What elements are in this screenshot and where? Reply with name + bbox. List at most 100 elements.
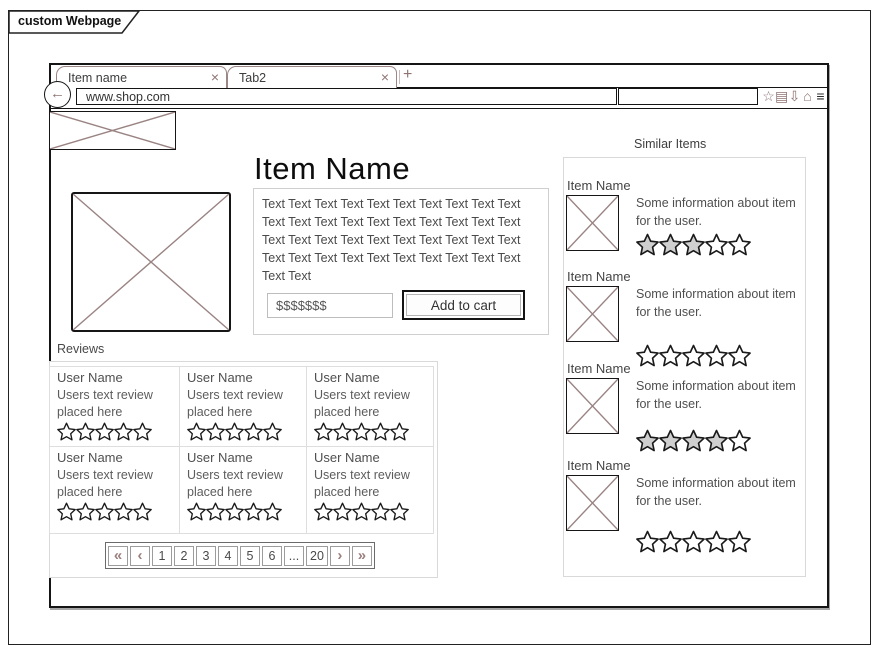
reviews-heading: Reviews — [57, 342, 104, 356]
reviews-grid: User Name Users text review placed here … — [50, 367, 434, 534]
review-user-name: User Name — [57, 370, 172, 385]
similar-item-info: Some information about item for the user… — [636, 475, 798, 510]
review-card: User Name Users text review placed here — [179, 446, 307, 534]
review-user-name: User Name — [314, 370, 426, 385]
review-text: Users text review placed here — [187, 387, 301, 420]
star-icon — [682, 530, 705, 553]
review-card: User Name Users text review placed here — [306, 366, 434, 447]
tab-close-icon[interactable]: × — [381, 69, 389, 85]
image-cross-icon — [567, 379, 618, 433]
tab-label: Tab2 — [239, 71, 266, 85]
star-icon — [187, 422, 206, 441]
similar-item[interactable]: Item Name Some information about item fo… — [566, 269, 804, 367]
pagination-ellipsis[interactable]: ... — [284, 546, 304, 566]
star-icon — [705, 530, 728, 553]
star-icon — [314, 422, 333, 441]
pagination-page-6[interactable]: 6 — [262, 546, 282, 566]
pagination-next[interactable]: › — [330, 546, 350, 566]
similar-item-name: Item Name — [567, 361, 804, 376]
price-input[interactable] — [267, 293, 393, 318]
star-icon — [206, 422, 225, 441]
rating-stars — [636, 429, 798, 452]
tab-tab2[interactable]: Tab2 × — [227, 66, 397, 88]
star-icon — [659, 429, 682, 452]
tab-item-name[interactable]: Item name × — [56, 66, 227, 88]
pagination-prev[interactable]: ‹ — [130, 546, 150, 566]
back-button[interactable]: ← — [44, 81, 71, 108]
similar-item-image-placeholder — [566, 475, 619, 531]
star-icon — [187, 502, 206, 521]
star-icon — [244, 502, 263, 521]
star-icon — [371, 502, 390, 521]
rating-stars — [636, 530, 798, 553]
product-description-text: Text Text Text Text Text Text Text Text … — [262, 195, 543, 285]
pagination-page-3[interactable]: 3 — [196, 546, 216, 566]
star-icon — [57, 502, 76, 521]
star-icon — [659, 530, 682, 553]
url-input[interactable] — [76, 88, 617, 105]
product-description-panel: Text Text Text Text Text Text Text Text … — [253, 188, 549, 335]
home-icon[interactable]: ⌂ — [801, 89, 814, 104]
image-cross-icon — [567, 196, 618, 250]
pagination-page-4[interactable]: 4 — [218, 546, 238, 566]
back-arrow-icon: ← — [50, 85, 65, 102]
page-title: Item Name — [254, 151, 410, 187]
review-text: Users text review placed here — [314, 387, 428, 420]
product-image-placeholder — [71, 192, 231, 332]
review-card: User Name Users text review placed here — [306, 446, 434, 534]
pagination-page-20[interactable]: 20 — [306, 546, 328, 566]
similar-item-info: Some information about item for the user… — [636, 286, 798, 321]
menu-icon[interactable]: ≡ — [814, 89, 827, 104]
review-card: User Name Users text review placed here — [49, 366, 180, 447]
rating-stars — [636, 233, 798, 256]
star-icon — [659, 233, 682, 256]
favorite-star-icon[interactable]: ☆ — [762, 89, 775, 104]
similar-item-info: Some information about item for the user… — [636, 378, 798, 413]
review-card: User Name Users text review placed here — [179, 366, 307, 447]
tab-close-icon[interactable]: × — [211, 69, 219, 85]
star-icon — [114, 422, 133, 441]
image-cross-icon — [50, 112, 175, 149]
similar-item-name: Item Name — [567, 269, 804, 284]
similar-item[interactable]: Item Name Some information about item fo… — [566, 178, 804, 256]
pagination-page-2[interactable]: 2 — [174, 546, 194, 566]
star-icon — [636, 429, 659, 452]
reading-list-icon[interactable]: ▤ — [775, 89, 788, 104]
similar-item-image-placeholder — [566, 195, 619, 251]
similar-item-image-placeholder — [566, 378, 619, 434]
download-icon[interactable]: ⇩ — [788, 89, 801, 104]
similar-items-heading: Similar Items — [634, 137, 706, 151]
star-icon — [705, 233, 728, 256]
star-icon — [728, 429, 751, 452]
search-input[interactable] — [618, 88, 758, 105]
reviews-panel: User Name Users text review placed here … — [49, 361, 438, 578]
add-to-cart-button[interactable]: Add to cart — [402, 290, 525, 320]
star-icon — [352, 422, 371, 441]
pagination-page-1[interactable]: 1 — [152, 546, 172, 566]
pagination-last[interactable]: » — [352, 546, 372, 566]
star-icon — [244, 422, 263, 441]
new-tab-button[interactable]: + — [403, 66, 412, 84]
star-icon — [333, 502, 352, 521]
similar-item-info: Some information about item for the user… — [636, 195, 798, 230]
similar-item-name: Item Name — [567, 458, 804, 473]
similar-items-panel: Item Name Some information about item fo… — [563, 157, 806, 577]
star-icon — [636, 530, 659, 553]
review-text: Users text review placed here — [314, 467, 428, 500]
star-icon — [728, 530, 751, 553]
image-cross-icon — [567, 287, 618, 341]
pagination-page-5[interactable]: 5 — [240, 546, 260, 566]
star-icon — [114, 502, 133, 521]
pagination-first[interactable]: « — [108, 546, 128, 566]
tab-divider — [399, 70, 400, 84]
similar-item[interactable]: Item Name Some information about item fo… — [566, 361, 804, 452]
rating-stars — [314, 422, 426, 441]
star-icon — [95, 422, 114, 441]
review-user-name: User Name — [57, 450, 172, 465]
similar-item[interactable]: Item Name Some information about item fo… — [566, 458, 804, 553]
review-text: Users text review placed here — [57, 387, 171, 420]
similar-item-name: Item Name — [567, 178, 804, 193]
rating-stars — [57, 422, 172, 441]
review-user-name: User Name — [187, 370, 299, 385]
star-icon — [263, 502, 282, 521]
